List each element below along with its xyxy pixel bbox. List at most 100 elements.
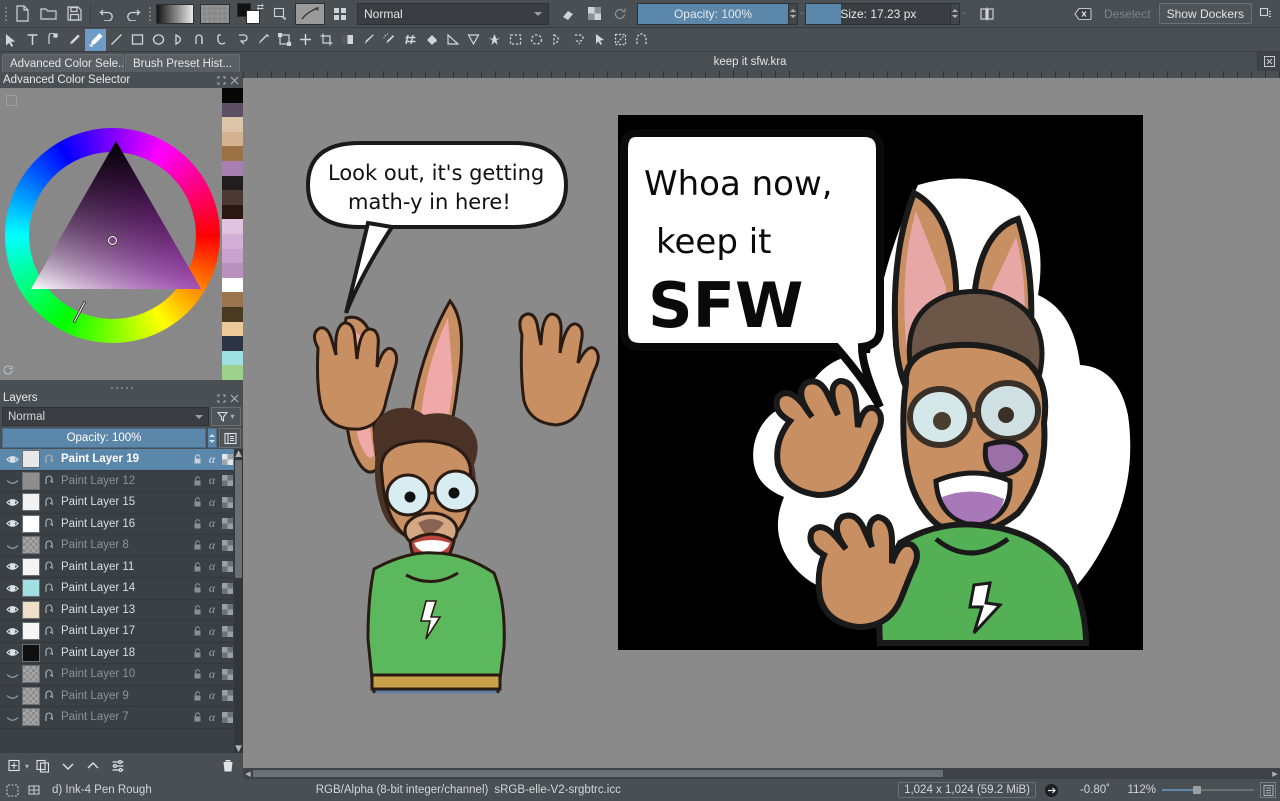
tool-reference-images[interactable] [484, 29, 505, 51]
table-row[interactable]: Paint Layer 18 α [0, 643, 243, 664]
eye-icon[interactable] [2, 540, 22, 551]
table-row[interactable]: Paint Layer 13 α [0, 600, 243, 621]
table-row[interactable]: Paint Layer 12 α [0, 471, 243, 492]
inherit-alpha-icon[interactable] [41, 497, 58, 508]
layer-opacity-spinner[interactable] [208, 428, 217, 448]
layer-thumbnail[interactable] [22, 686, 40, 705]
add-layer-button[interactable] [4, 755, 26, 777]
hscrollbar-thumb[interactable] [253, 770, 943, 777]
layer-properties-button[interactable] [219, 428, 241, 448]
new-document-button[interactable] [9, 2, 35, 26]
tool-freehand-select[interactable] [568, 29, 589, 51]
deselect-label[interactable]: Deselect [1096, 7, 1159, 21]
palette-swatch[interactable] [222, 365, 243, 380]
palette-swatch[interactable] [222, 117, 243, 132]
layer-thumbnail[interactable] [22, 536, 40, 555]
scrollbar-thumb[interactable] [235, 460, 242, 578]
add-layer-dropdown-icon[interactable]: ▾ [25, 762, 29, 771]
palette-swatch[interactable] [222, 233, 243, 249]
padlock-icon[interactable] [190, 709, 204, 725]
eye-icon[interactable] [2, 454, 22, 465]
mirror-button[interactable] [974, 2, 1000, 26]
open-document-button[interactable] [35, 2, 61, 26]
tool-magnetic-select[interactable] [631, 29, 652, 51]
alpha-lock-checker-icon[interactable] [220, 537, 234, 553]
padlock-icon[interactable] [190, 580, 204, 596]
undo-button[interactable] [94, 2, 120, 26]
padlock-icon[interactable] [190, 516, 204, 532]
alpha-lock-checker-icon[interactable] [220, 709, 234, 725]
document-tab[interactable]: keep it sfw.kra [243, 52, 1258, 71]
tool-polyline[interactable] [190, 29, 211, 51]
layer-list-scrollbar[interactable]: ▲ ▼ [233, 449, 243, 753]
layer-thumbnail[interactable] [22, 493, 40, 512]
opacity-slider[interactable]: Opacity: 100% [637, 2, 789, 25]
palette-swatch[interactable] [222, 88, 243, 103]
scroll-left-icon[interactable]: ◀ [243, 768, 253, 779]
deselect-icon-button[interactable] [1070, 2, 1096, 26]
table-row[interactable]: Paint Layer 17 α [0, 621, 243, 643]
layer-list[interactable]: Paint Layer 19 α Paint Layer 12 α Paint Laye… [0, 449, 243, 753]
tool-smart-patch[interactable] [400, 29, 421, 51]
color-wheel-area[interactable] [0, 88, 222, 380]
layer-opacity-slider[interactable]: Opacity: 100% [2, 428, 206, 448]
float-docker-icon[interactable] [215, 74, 228, 87]
tool-similar-select[interactable] [610, 29, 631, 51]
alpha-icon[interactable]: α [205, 709, 219, 725]
padlock-icon[interactable] [190, 451, 204, 467]
palette-swatch[interactable] [222, 263, 243, 278]
layer-thumbnail[interactable] [22, 579, 40, 598]
alpha-lock-checker-icon[interactable] [220, 645, 234, 661]
layer-thumbnail[interactable] [22, 450, 40, 469]
alpha-lock-checker-icon[interactable] [220, 473, 234, 489]
move-layer-down-button[interactable] [57, 755, 79, 777]
selection-mask-icon[interactable] [4, 782, 20, 798]
tool-contiguous-select[interactable] [589, 29, 610, 51]
layer-thumbnail[interactable] [22, 665, 40, 684]
tool-fill[interactable] [421, 29, 442, 51]
tool-colorize-mask[interactable] [379, 29, 400, 51]
color-selector-settings-icon[interactable] [6, 95, 17, 106]
tool-assistant[interactable] [463, 29, 484, 51]
inherit-alpha-icon[interactable] [41, 647, 58, 658]
tool-bezier-curve[interactable] [211, 29, 232, 51]
scroll-up-icon[interactable]: ▲ [233, 449, 243, 460]
toolbar-overflow-button[interactable] [1252, 2, 1278, 26]
color-history-reset-icon[interactable] [2, 364, 16, 378]
alpha-icon[interactable]: α [205, 451, 219, 467]
tool-freehand-brush[interactable] [85, 28, 106, 51]
tool-elliptical-select[interactable] [526, 29, 547, 51]
layer-blending-mode-combobox[interactable]: Normal [2, 407, 209, 426]
layer-settings-button[interactable] [107, 755, 129, 777]
palette-swatch[interactable] [222, 175, 243, 191]
tool-polygon[interactable] [169, 29, 190, 51]
inherit-alpha-icon[interactable] [41, 626, 58, 637]
horizontal-ruler[interactable] [243, 71, 1280, 78]
saturation-value-triangle[interactable] [31, 141, 201, 289]
padlock-icon[interactable] [190, 494, 204, 510]
alpha-icon[interactable]: α [205, 494, 219, 510]
tool-color-sampler[interactable] [358, 29, 379, 51]
toolbar-drag-handle-2[interactable] [146, 3, 153, 25]
alpha-icon[interactable]: α [205, 516, 219, 532]
eraser-mode-button[interactable] [555, 2, 581, 26]
alpha-lock-checker-icon[interactable] [220, 666, 234, 682]
layer-thumbnail[interactable] [22, 708, 40, 727]
pattern-swatch[interactable] [197, 2, 233, 26]
table-row[interactable]: Paint Layer 10 α [0, 664, 243, 686]
palette-swatch[interactable] [222, 321, 243, 337]
saturation-marker[interactable] [108, 236, 117, 245]
table-row[interactable]: Paint Layer 14 α [0, 578, 243, 600]
blending-mode-combobox[interactable]: Normal [357, 2, 549, 25]
padlock-icon[interactable] [190, 559, 204, 575]
padlock-icon[interactable] [190, 473, 204, 489]
canvas[interactable]: Look out, it's getting math-y in here! W… [243, 78, 1280, 768]
tool-calligraphy[interactable] [64, 29, 85, 51]
padlock-icon[interactable] [190, 623, 204, 639]
alpha-icon[interactable]: α [205, 602, 219, 618]
alpha-icon[interactable]: α [205, 537, 219, 553]
alpha-lock-checker-icon[interactable] [220, 602, 234, 618]
show-dockers-button[interactable]: Show Dockers [1158, 3, 1252, 24]
inherit-alpha-icon[interactable] [41, 669, 58, 680]
inherit-alpha-icon[interactable] [41, 561, 58, 572]
